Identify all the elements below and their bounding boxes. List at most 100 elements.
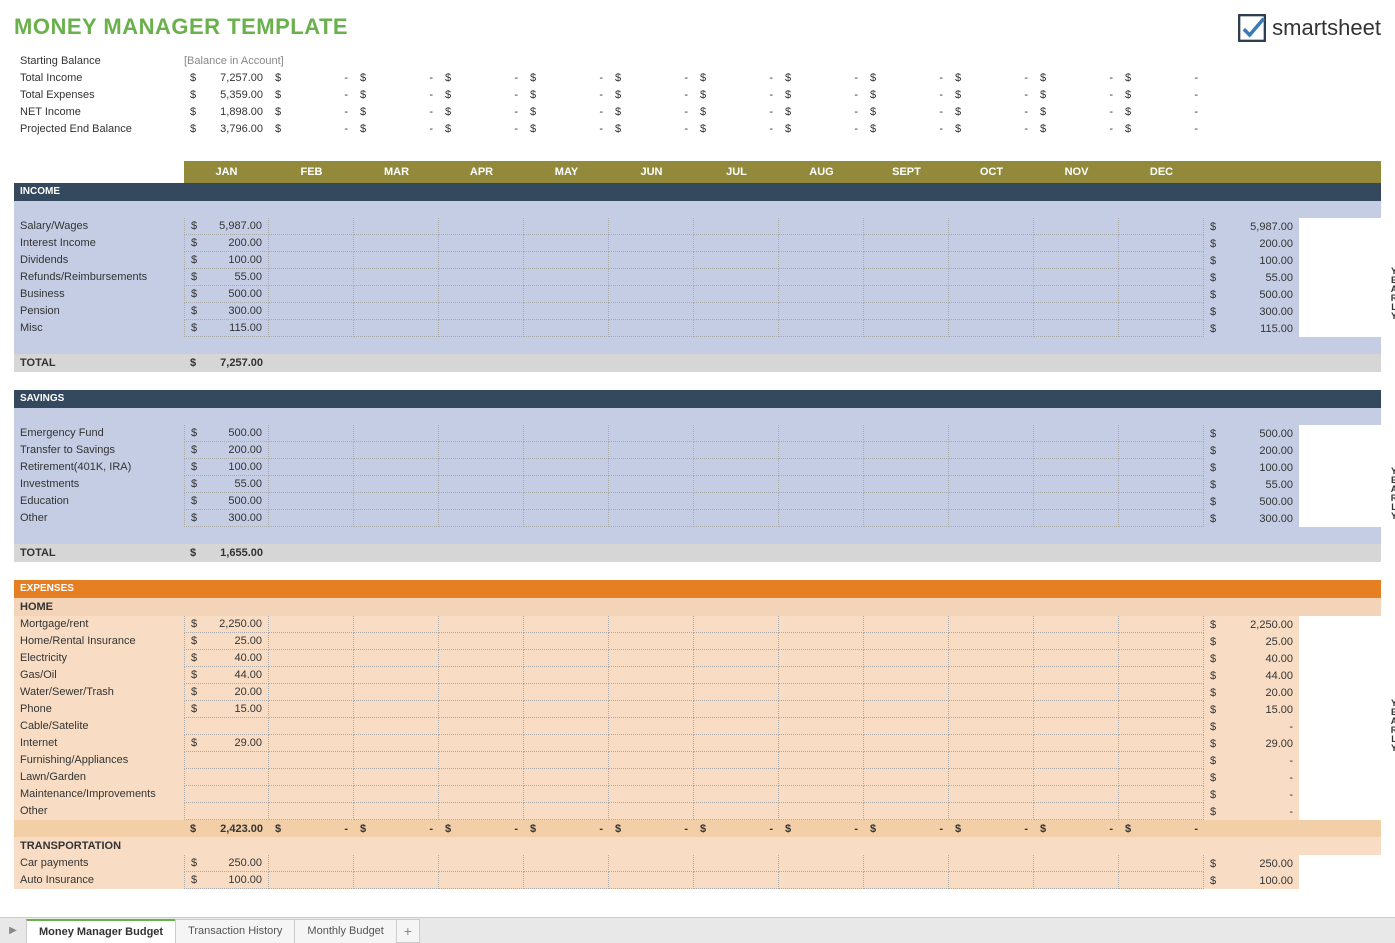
data-cell[interactable]: $200.00 bbox=[184, 235, 269, 252]
data-cell[interactable] bbox=[609, 286, 694, 303]
data-cell[interactable] bbox=[354, 616, 439, 633]
data-cell[interactable] bbox=[354, 735, 439, 752]
data-cell[interactable] bbox=[524, 510, 609, 527]
data-cell[interactable] bbox=[949, 752, 1034, 769]
data-cell[interactable] bbox=[609, 218, 694, 235]
add-sheet-button[interactable]: + bbox=[396, 919, 420, 943]
data-cell[interactable] bbox=[949, 252, 1034, 269]
data-cell[interactable] bbox=[354, 459, 439, 476]
data-cell[interactable] bbox=[524, 252, 609, 269]
data-cell[interactable] bbox=[439, 684, 524, 701]
data-cell[interactable] bbox=[864, 855, 949, 872]
data-cell[interactable] bbox=[269, 667, 354, 684]
data-cell[interactable] bbox=[609, 872, 694, 889]
data-cell[interactable] bbox=[779, 855, 864, 872]
data-cell[interactable] bbox=[1034, 269, 1119, 286]
data-cell[interactable] bbox=[1034, 252, 1119, 269]
data-cell[interactable] bbox=[609, 320, 694, 337]
data-cell[interactable] bbox=[439, 286, 524, 303]
data-cell[interactable] bbox=[354, 769, 439, 786]
data-cell[interactable]: $25.00 bbox=[184, 633, 269, 650]
data-cell[interactable] bbox=[269, 269, 354, 286]
data-cell[interactable] bbox=[524, 286, 609, 303]
summary-cell[interactable]: $- bbox=[524, 123, 609, 135]
data-cell[interactable] bbox=[524, 752, 609, 769]
data-cell[interactable] bbox=[1119, 459, 1204, 476]
data-cell[interactable] bbox=[354, 752, 439, 769]
data-cell[interactable] bbox=[949, 269, 1034, 286]
data-cell[interactable] bbox=[184, 718, 269, 735]
data-cell[interactable] bbox=[694, 769, 779, 786]
summary-cell[interactable]: $- bbox=[354, 123, 439, 135]
data-cell[interactable] bbox=[439, 442, 524, 459]
data-cell[interactable] bbox=[1119, 218, 1204, 235]
summary-cell[interactable]: $- bbox=[1034, 106, 1119, 118]
data-cell[interactable] bbox=[609, 667, 694, 684]
data-cell[interactable] bbox=[354, 701, 439, 718]
data-cell[interactable]: $300.00 bbox=[184, 303, 269, 320]
data-cell[interactable] bbox=[439, 320, 524, 337]
data-cell[interactable] bbox=[439, 476, 524, 493]
data-cell[interactable] bbox=[609, 616, 694, 633]
summary-cell[interactable]: $- bbox=[864, 89, 949, 101]
data-cell[interactable] bbox=[354, 684, 439, 701]
data-cell[interactable] bbox=[1034, 633, 1119, 650]
summary-cell[interactable]: $- bbox=[609, 72, 694, 84]
data-cell[interactable] bbox=[609, 684, 694, 701]
data-cell[interactable] bbox=[949, 442, 1034, 459]
data-cell[interactable] bbox=[1119, 252, 1204, 269]
data-cell[interactable] bbox=[439, 769, 524, 786]
data-cell[interactable] bbox=[269, 718, 354, 735]
summary-cell[interactable]: $- bbox=[949, 106, 1034, 118]
data-cell[interactable]: $2,250.00 bbox=[184, 616, 269, 633]
data-cell[interactable] bbox=[609, 752, 694, 769]
data-cell[interactable] bbox=[694, 718, 779, 735]
data-cell[interactable] bbox=[779, 286, 864, 303]
data-cell[interactable] bbox=[269, 493, 354, 510]
data-cell[interactable] bbox=[694, 650, 779, 667]
data-cell[interactable] bbox=[354, 476, 439, 493]
data-cell[interactable] bbox=[1119, 803, 1204, 820]
data-cell[interactable] bbox=[524, 269, 609, 286]
data-cell[interactable] bbox=[779, 459, 864, 476]
data-cell[interactable]: $100.00 bbox=[184, 252, 269, 269]
data-cell[interactable] bbox=[864, 286, 949, 303]
data-cell[interactable] bbox=[439, 303, 524, 320]
data-cell[interactable] bbox=[354, 269, 439, 286]
data-cell[interactable] bbox=[354, 286, 439, 303]
data-cell[interactable] bbox=[269, 616, 354, 633]
data-cell[interactable] bbox=[354, 650, 439, 667]
data-cell[interactable] bbox=[524, 872, 609, 889]
data-cell[interactable] bbox=[1034, 735, 1119, 752]
data-cell[interactable] bbox=[864, 235, 949, 252]
data-cell[interactable] bbox=[354, 855, 439, 872]
data-cell[interactable] bbox=[1119, 735, 1204, 752]
data-cell[interactable] bbox=[269, 684, 354, 701]
data-cell[interactable] bbox=[694, 235, 779, 252]
data-cell[interactable] bbox=[864, 786, 949, 803]
data-cell[interactable] bbox=[864, 510, 949, 527]
data-cell[interactable] bbox=[524, 303, 609, 320]
data-cell[interactable] bbox=[269, 510, 354, 527]
data-cell[interactable] bbox=[439, 786, 524, 803]
data-cell[interactable] bbox=[779, 425, 864, 442]
data-cell[interactable] bbox=[779, 769, 864, 786]
data-cell[interactable] bbox=[524, 701, 609, 718]
data-cell[interactable] bbox=[354, 786, 439, 803]
data-cell[interactable] bbox=[354, 667, 439, 684]
data-cell[interactable] bbox=[1119, 616, 1204, 633]
data-cell[interactable]: $29.00 bbox=[184, 735, 269, 752]
data-cell[interactable]: $55.00 bbox=[184, 476, 269, 493]
data-cell[interactable] bbox=[524, 320, 609, 337]
starting-balance-placeholder[interactable]: [Balance in Account] bbox=[184, 55, 284, 67]
data-cell[interactable] bbox=[779, 803, 864, 820]
data-cell[interactable] bbox=[779, 476, 864, 493]
data-cell[interactable] bbox=[864, 718, 949, 735]
data-cell[interactable] bbox=[1034, 286, 1119, 303]
data-cell[interactable] bbox=[779, 786, 864, 803]
data-cell[interactable] bbox=[694, 442, 779, 459]
data-cell[interactable] bbox=[439, 425, 524, 442]
data-cell[interactable] bbox=[864, 684, 949, 701]
data-cell[interactable] bbox=[779, 303, 864, 320]
summary-cell[interactable]: $- bbox=[354, 89, 439, 101]
